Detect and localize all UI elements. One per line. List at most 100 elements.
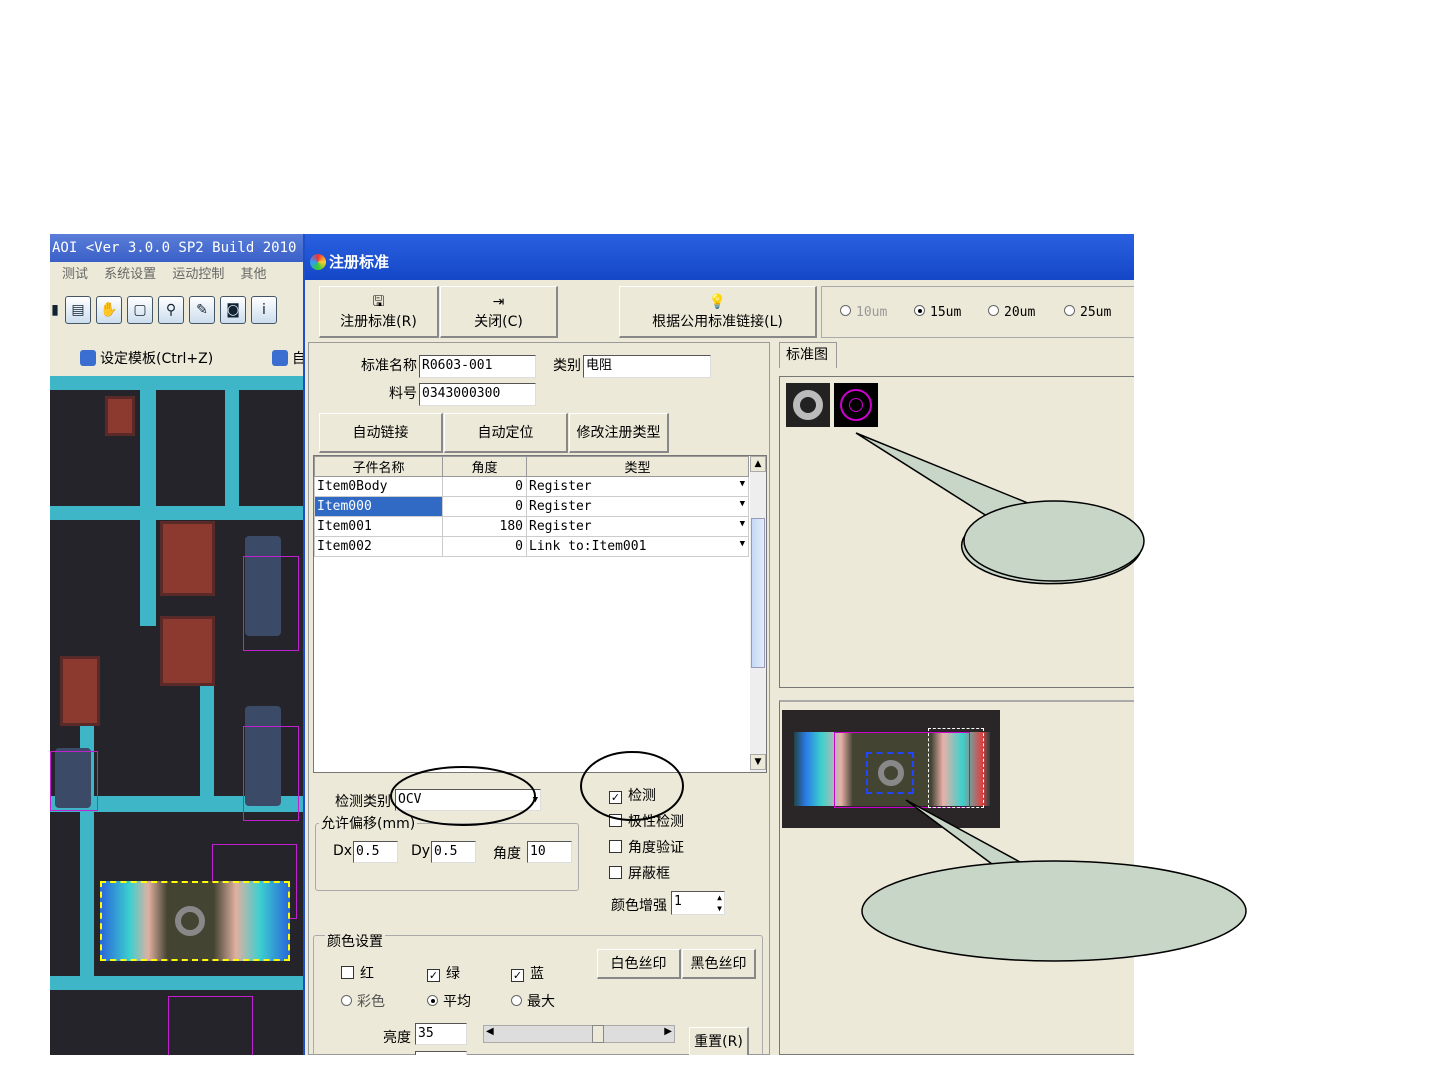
black-silkscreen-button[interactable]: 黑色丝印	[682, 949, 756, 979]
right-arrow-icon[interactable]: ▶	[664, 1026, 672, 1037]
cell-type[interactable]: Register ▼	[526, 516, 749, 537]
background-app-window: AOI <Ver 3.0.0 SP2 Build 2010 测试 系统设置 运动…	[50, 234, 306, 1055]
modify-register-type-button[interactable]: 修改注册类型	[569, 413, 669, 453]
menu-item-test[interactable]: 测试	[62, 267, 88, 282]
category-label: 类别	[553, 358, 581, 374]
window-icon[interactable]: ▢	[127, 296, 153, 324]
table-row[interactable]: Item002 0 Link to:Item001 ▼	[314, 536, 749, 557]
average-radio[interactable]: 平均	[427, 991, 471, 1011]
brightness-field[interactable]: 35	[415, 1023, 467, 1045]
color-boost-spinner[interactable]: 1 ▲ ▼	[671, 891, 725, 915]
cell-type[interactable]: Link to:Item001 ▼	[526, 536, 749, 557]
colorful-radio[interactable]: 彩色	[341, 991, 385, 1011]
spinner-arrows-icon[interactable]: ▲ ▼	[717, 892, 722, 914]
cell-angle: 0	[442, 476, 527, 497]
detect-type-label: 检测类别	[335, 794, 391, 810]
record-icon[interactable]: ◙	[220, 296, 246, 324]
table-row[interactable]: Item000 0 Register ▼	[314, 496, 749, 517]
background-toolbar: ▮ ▤ ✋ ▢ ⚲ ✎ ◙ ⅰ	[50, 290, 306, 330]
standard-thumbnail-outline[interactable]	[834, 383, 878, 427]
angle-field[interactable]: 10	[527, 841, 572, 863]
detect-checkbox[interactable]: ✓ 检测	[609, 785, 656, 805]
grid-header-row: 子件名称 角度 类型	[314, 456, 749, 477]
category-field[interactable]: 电阻	[583, 355, 711, 378]
register-standard-dialog: 注册标准 🖫 注册标准(R) ⇥ 关闭(C) 💡 根据公用标准链接(L) 10um 1…	[303, 234, 1134, 1055]
standard-image-panel: 标准图	[777, 342, 1134, 692]
max-radio[interactable]: 最大	[511, 991, 555, 1011]
component-preview-image[interactable]	[782, 710, 1000, 828]
tab-standard-image[interactable]: 标准图	[779, 342, 837, 368]
register-standard-button[interactable]: 🖫 注册标准(R)	[319, 286, 439, 338]
dropdown-arrow-icon[interactable]: ▼	[740, 519, 745, 529]
check-icon: ✓	[511, 969, 524, 982]
cell-angle: 180	[442, 516, 527, 537]
standard-thumbnail-gray[interactable]	[786, 383, 830, 427]
zoom-icon[interactable]: ⚲	[158, 296, 184, 324]
info-icon[interactable]: ⅰ	[251, 296, 277, 324]
header-type[interactable]: 类型	[526, 456, 749, 477]
dropdown-arrow-icon[interactable]: ▼	[740, 479, 745, 489]
hand-icon[interactable]: ✋	[96, 296, 122, 324]
brightness-slider[interactable]: ◀ ▶	[483, 1025, 675, 1043]
angle-verify-checkbox[interactable]: 角度验证	[609, 837, 684, 857]
resolution-15um[interactable]: 15um	[914, 305, 961, 320]
scroll-down-icon[interactable]: ▼	[750, 754, 766, 770]
set-template-button[interactable]: 设定模板(Ctrl+Z)	[80, 348, 213, 368]
link-public-standard-button[interactable]: 💡 根据公用标准链接(L)	[619, 286, 817, 338]
white-silkscreen-button[interactable]: 白色丝印	[597, 949, 681, 979]
header-angle[interactable]: 角度	[442, 456, 527, 477]
cell-type[interactable]: Register ▼	[526, 476, 749, 497]
save-icon: 🖫	[372, 294, 385, 310]
part-no-label: 料号	[389, 386, 417, 402]
reset-button[interactable]: 重置(R)	[689, 1027, 749, 1055]
menu-item-system-settings[interactable]: 系统设置	[104, 267, 156, 282]
auto-template-button[interactable]: 自	[272, 348, 306, 368]
red-checkbox[interactable]: 红	[341, 963, 374, 983]
scroll-thumb[interactable]	[751, 518, 765, 668]
cell-angle: 0	[442, 496, 527, 517]
cell-type[interactable]: Register ▼	[526, 496, 749, 517]
polarity-checkbox[interactable]: 极性检测	[609, 811, 684, 831]
contrast-field[interactable]	[415, 1051, 467, 1055]
offset-group-title: 允许偏移(mm)	[319, 813, 418, 833]
cell-angle: 0	[442, 536, 527, 557]
app-logo-icon	[310, 254, 326, 270]
dy-field[interactable]: 0.5	[431, 841, 476, 863]
cell-name: Item000	[314, 496, 443, 517]
check-icon: ✓	[609, 791, 622, 804]
std-name-field[interactable]: R0603-001	[419, 355, 536, 378]
blue-checkbox[interactable]: ✓ 蓝	[511, 963, 544, 983]
auto-locate-button[interactable]: 自动定位	[444, 413, 568, 453]
pcb-image-view[interactable]	[50, 376, 306, 1055]
toolbar-partial-icon[interactable]: ▮	[50, 296, 60, 324]
plus-icon	[272, 350, 288, 366]
menu-item-motion-control[interactable]: 运动控制	[172, 267, 224, 282]
scroll-up-icon[interactable]: ▲	[750, 456, 766, 472]
close-button[interactable]: ⇥ 关闭(C)	[440, 286, 558, 338]
menu-item-other[interactable]: 其他	[240, 267, 266, 282]
print-icon[interactable]: ▤	[65, 296, 91, 324]
detect-type-select[interactable]: OCV ▼	[395, 789, 541, 811]
lightbulb-icon: 💡	[708, 294, 727, 310]
header-sub-name[interactable]: 子件名称	[314, 456, 443, 477]
slider-thumb[interactable]	[592, 1025, 604, 1043]
dx-field[interactable]: 0.5	[353, 841, 398, 863]
left-arrow-icon[interactable]: ◀	[486, 1026, 494, 1037]
background-app-title: AOI <Ver 3.0.0 SP2 Build 2010	[50, 234, 306, 262]
dropdown-arrow-icon[interactable]: ▼	[740, 539, 745, 549]
table-row[interactable]: Item0Body 0 Register ▼	[314, 476, 749, 497]
resolution-10um[interactable]: 10um	[840, 305, 887, 320]
part-no-field[interactable]: 0343000300	[419, 383, 536, 406]
dropdown-arrow-icon[interactable]: ▼	[740, 499, 745, 509]
angle-label: 角度	[493, 846, 521, 862]
edit-icon[interactable]: ✎	[189, 296, 215, 324]
color-boost-label: 颜色增强	[611, 898, 667, 914]
table-row[interactable]: Item001 180 Register ▼	[314, 516, 749, 537]
grid-vertical-scrollbar[interactable]: ▲ ▼	[750, 456, 766, 772]
resolution-25um[interactable]: 25um	[1064, 305, 1111, 320]
green-checkbox[interactable]: ✓ 绿	[427, 963, 460, 983]
mask-frame-checkbox[interactable]: 屏蔽框	[609, 863, 670, 883]
dy-label: Dy	[411, 843, 431, 859]
resolution-20um[interactable]: 20um	[988, 305, 1035, 320]
auto-link-button[interactable]: 自动链接	[319, 413, 443, 453]
